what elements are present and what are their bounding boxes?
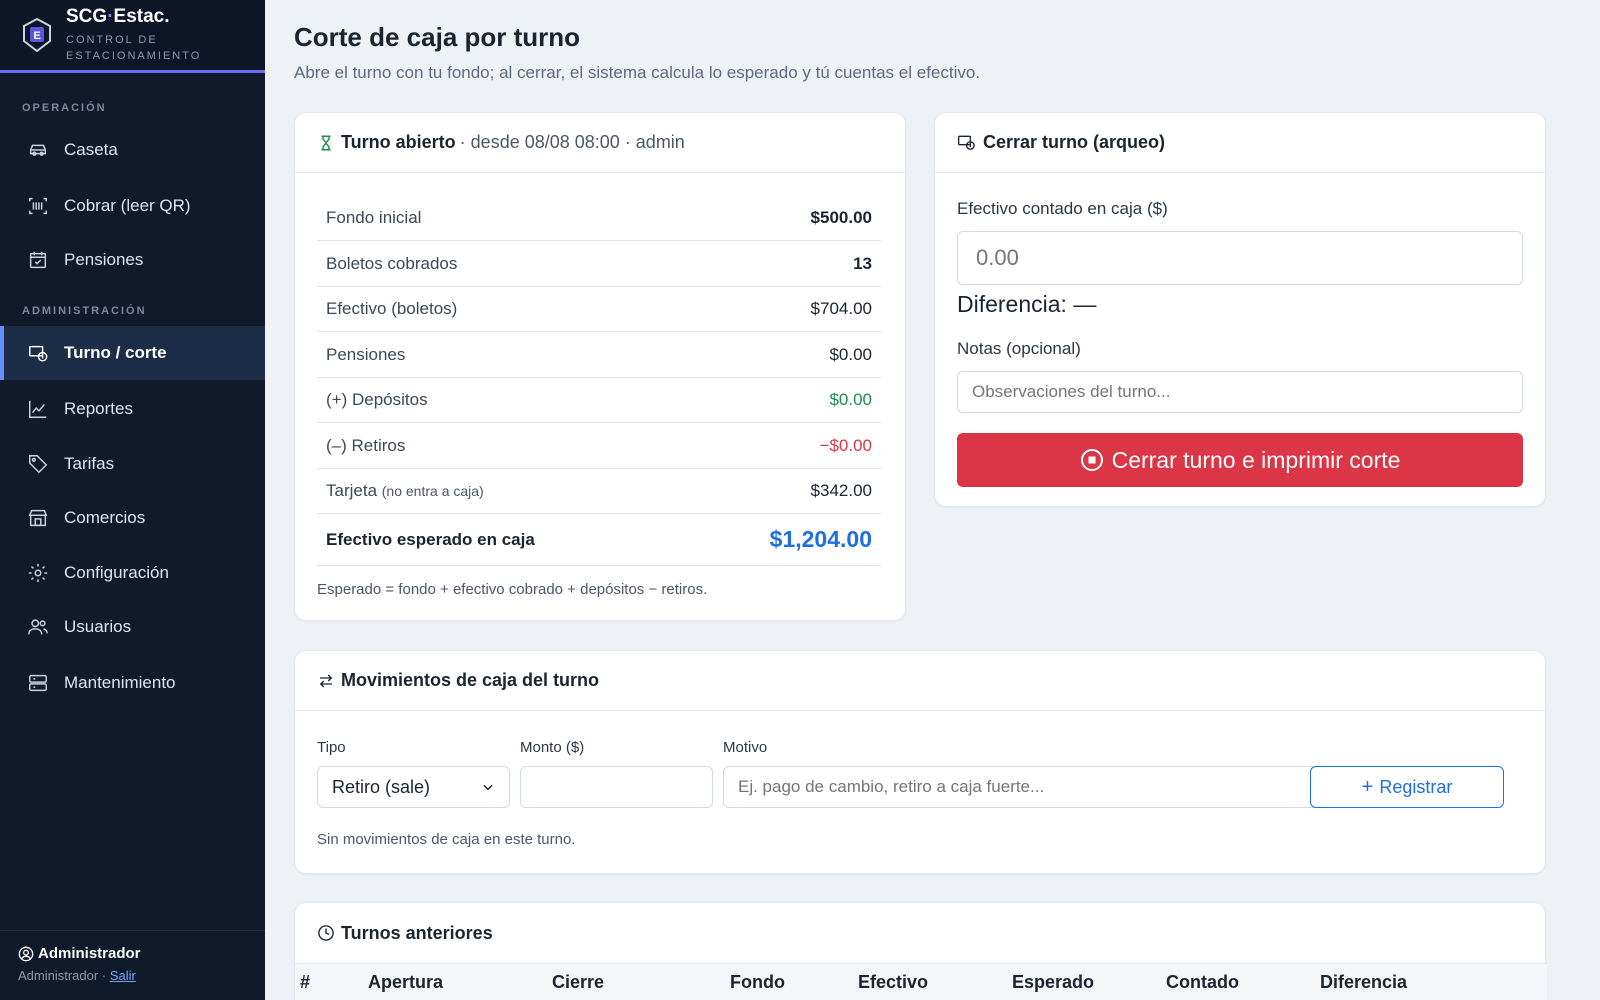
- stop-circle-icon: [1080, 449, 1103, 471]
- column-header: Cierre: [552, 972, 605, 992]
- logout-link[interactable]: Salir: [110, 968, 136, 983]
- reason-label: Motivo: [723, 739, 768, 756]
- shift-summary-card: Turno abierto · desde 08/08 08:00 · admin…: [294, 112, 906, 621]
- section-administracion: ADMINISTRACIÓN: [22, 305, 147, 317]
- notes-label: Notas (opcional): [957, 339, 1081, 358]
- sidebar-item-usuarios[interactable]: Usuarios: [0, 600, 265, 654]
- clock-icon: [317, 924, 335, 942]
- difference-display: Diferencia: —: [957, 291, 1097, 317]
- sidebar-item-label: Cobrar (leer QR): [64, 196, 191, 215]
- shield-logo-icon: E: [23, 18, 51, 52]
- movements-card-header: Movimientos de caja del turno: [295, 651, 1545, 711]
- calendar-check-icon: [26, 248, 50, 272]
- amount-label: Monto ($): [520, 739, 585, 756]
- plus-icon: +: [1361, 776, 1374, 798]
- sidebar-item-reportes[interactable]: Reportes: [0, 382, 265, 436]
- sidebar-item-tarifas[interactable]: Tarifas: [0, 437, 265, 491]
- barcode-icon: [26, 194, 50, 218]
- chevron-down-icon: [483, 784, 493, 791]
- sidebar-item-comercios[interactable]: Comercios: [0, 491, 265, 545]
- sidebar-item-configuracion[interactable]: Configuración: [0, 546, 265, 600]
- summary-row-pensiones: Pensiones $0.00: [317, 332, 881, 378]
- user-box: Administrador Administrador · Salir: [0, 930, 265, 1000]
- sidebar-item-caseta[interactable]: Caseta: [0, 123, 265, 177]
- page-title: Corte de caja por turno: [294, 22, 581, 52]
- summary-row-fondo: Fondo inicial $500.00: [317, 195, 881, 241]
- sidebar-item-label: Mantenimiento: [64, 673, 176, 692]
- arrows-exchange-icon: [317, 672, 335, 690]
- summary-row-tarjeta: Tarjeta (no entra a caja) $342.00: [317, 468, 881, 514]
- svg-text:E: E: [33, 30, 40, 42]
- shift-card-header: Turno abierto · desde 08/08 08:00 · admin: [295, 113, 905, 173]
- column-header: Esperado: [1012, 972, 1095, 992]
- previous-shifts-card: Turnos anteriores # Apertura Cierre Fond…: [294, 902, 1547, 1000]
- section-operacion: OPERACIÓN: [22, 102, 107, 114]
- summary-row-boletos: Boletos cobrados 13: [317, 241, 881, 287]
- sidebar-item-label: Comercios: [64, 508, 146, 527]
- column-header: Diferencia: [1320, 972, 1408, 992]
- column-header: Apertura: [368, 972, 444, 992]
- user-name: Administrador: [18, 945, 247, 962]
- brand-subtitle: CONTROL DE ESTACIONAMIENTO: [66, 34, 202, 62]
- close-shift-button[interactable]: Cerrar turno e imprimir corte: [957, 433, 1523, 487]
- tag-icon: [26, 452, 50, 476]
- type-select[interactable]: Retiro (sale): [317, 766, 510, 808]
- cash-register-icon: [26, 341, 50, 365]
- summary-row-retiros: (–) Retiros −$0.00: [317, 423, 881, 469]
- user-meta: Administrador · Salir: [18, 968, 136, 983]
- history-table-header: # Apertura Cierre Fondo Efectivo Esperad…: [295, 963, 1547, 1000]
- cash-register-icon: [957, 133, 977, 153]
- sidebar-item-label: Caseta: [64, 140, 118, 159]
- amount-input[interactable]: [520, 766, 713, 808]
- sidebar-item-label: Usuarios: [64, 617, 132, 636]
- empty-movements-note: Sin movimientos de caja en este turno.: [317, 831, 576, 848]
- store-icon: [26, 506, 50, 530]
- sidebar-item-cobrar[interactable]: Cobrar (leer QR): [0, 179, 265, 233]
- page-subtitle: Abre el turno con tu fondo; al cerrar, e…: [294, 63, 981, 82]
- sidebar-item-label: Configuración: [64, 563, 169, 582]
- close-shift-card: Cerrar turno (arqueo) Efectivo contado e…: [934, 112, 1546, 507]
- brand: E SCG·Estac. CONTROL DE ESTACIONAMIENTO: [0, 0, 265, 73]
- server-icon: [26, 671, 50, 695]
- type-label: Tipo: [317, 739, 346, 756]
- formula-note: Esperado = fondo + efectivo cobrado + de…: [317, 581, 708, 598]
- summary-row-depositos: (+) Depósitos $0.00: [317, 377, 881, 423]
- sidebar-item-turno-corte[interactable]: Turno / corte: [0, 326, 265, 380]
- previous-shifts-header: Turnos anteriores: [295, 903, 1545, 963]
- user-circle-icon: [18, 946, 34, 961]
- sidebar-item-mantenimiento[interactable]: Mantenimiento: [0, 656, 265, 710]
- line-chart-icon: [26, 397, 50, 421]
- notes-input[interactable]: [957, 371, 1523, 413]
- sidebar-item-pensiones[interactable]: Pensiones: [0, 233, 265, 287]
- counted-cash-label: Efectivo contado en caja ($): [957, 199, 1168, 218]
- car-icon: [26, 138, 50, 162]
- brand-title: SCG·Estac.: [66, 6, 170, 27]
- sidebar-item-label: Pensiones: [64, 250, 144, 269]
- register-button[interactable]: + Registrar: [1310, 766, 1504, 808]
- sidebar-item-label: Tarifas: [64, 454, 115, 473]
- users-icon: [26, 615, 50, 639]
- counted-cash-input[interactable]: [957, 231, 1523, 285]
- summary-row-efectivo-boletos: Efectivo (boletos) $704.00: [317, 286, 881, 332]
- close-card-header: Cerrar turno (arqueo): [935, 113, 1545, 173]
- gear-icon: [26, 561, 50, 585]
- column-header: Contado: [1166, 972, 1239, 992]
- column-header: Fondo: [730, 972, 785, 992]
- summary-row-total: Efectivo esperado en caja $1,204.00: [317, 514, 881, 566]
- sidebar: E SCG·Estac. CONTROL DE ESTACIONAMIENTO O…: [0, 0, 265, 1000]
- hourglass-icon: [317, 134, 335, 152]
- column-header: #: [300, 972, 311, 992]
- reason-input[interactable]: [723, 766, 1321, 808]
- sidebar-item-label: Reportes: [64, 399, 133, 418]
- movements-card: Movimientos de caja del turno Tipo Retir…: [294, 650, 1546, 874]
- column-header: Efectivo: [858, 972, 929, 992]
- main-content: Corte de caja por turno Abre el turno co…: [265, 0, 1600, 1000]
- sidebar-item-label: Turno / corte: [64, 343, 167, 362]
